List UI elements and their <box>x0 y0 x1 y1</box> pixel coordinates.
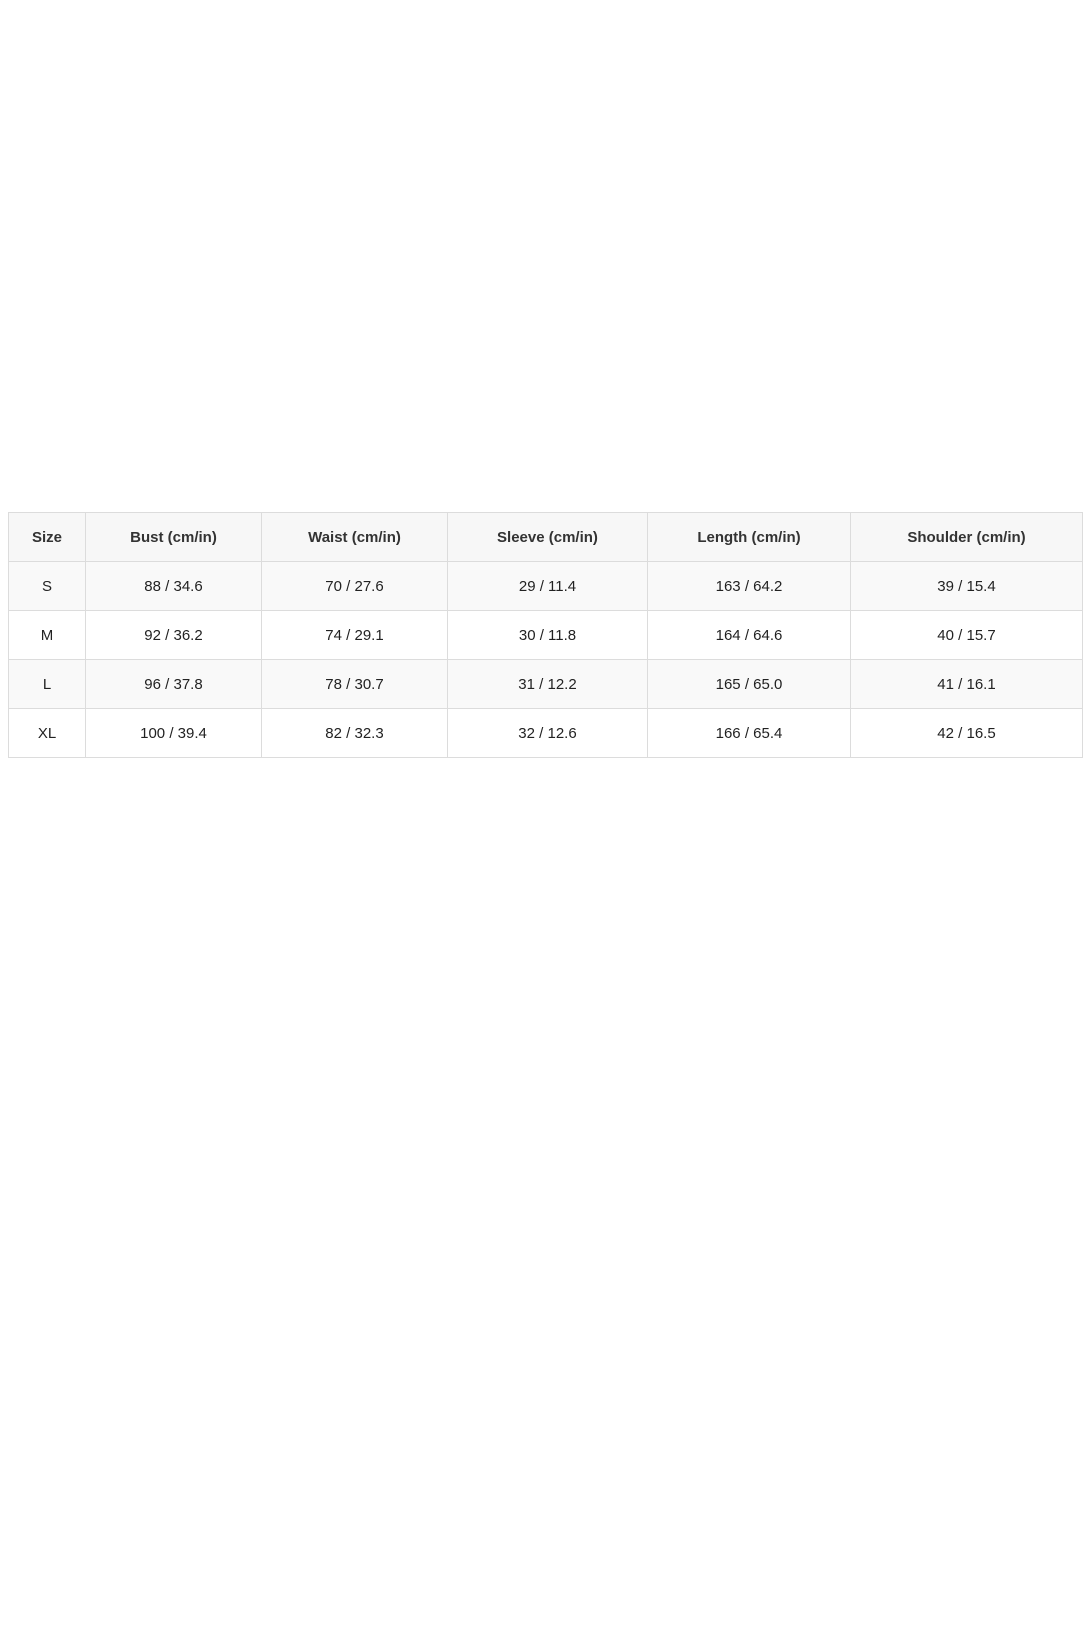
table-row: M 92 / 36.2 74 / 29.1 30 / 11.8 164 / 64… <box>8 610 1083 660</box>
table-row: S 88 / 34.6 70 / 27.6 29 / 11.4 163 / 64… <box>8 561 1083 611</box>
header-bust: Bust (cm/in) <box>85 512 262 562</box>
header-sleeve: Sleeve (cm/in) <box>447 512 648 562</box>
cell-size: L <box>8 659 86 709</box>
cell-shoulder: 42 / 16.5 <box>850 708 1083 758</box>
size-chart-container: Size Bust (cm/in) Waist (cm/in) Sleeve (… <box>8 512 1083 758</box>
size-chart-header: Size Bust (cm/in) Waist (cm/in) Sleeve (… <box>8 512 1083 562</box>
cell-length: 163 / 64.2 <box>647 561 851 611</box>
cell-bust: 88 / 34.6 <box>85 561 262 611</box>
cell-bust: 100 / 39.4 <box>85 708 262 758</box>
cell-length: 164 / 64.6 <box>647 610 851 660</box>
cell-sleeve: 31 / 12.2 <box>447 659 648 709</box>
header-row: Size Bust (cm/in) Waist (cm/in) Sleeve (… <box>8 512 1083 562</box>
table-row: L 96 / 37.8 78 / 30.7 31 / 12.2 165 / 65… <box>8 659 1083 709</box>
cell-waist: 78 / 30.7 <box>261 659 448 709</box>
cell-waist: 70 / 27.6 <box>261 561 448 611</box>
cell-waist: 82 / 32.3 <box>261 708 448 758</box>
cell-length: 165 / 65.0 <box>647 659 851 709</box>
cell-bust: 96 / 37.8 <box>85 659 262 709</box>
header-shoulder: Shoulder (cm/in) <box>850 512 1083 562</box>
cell-shoulder: 40 / 15.7 <box>850 610 1083 660</box>
cell-waist: 74 / 29.1 <box>261 610 448 660</box>
table-row: XL 100 / 39.4 82 / 32.3 32 / 12.6 166 / … <box>8 708 1083 758</box>
cell-shoulder: 41 / 16.1 <box>850 659 1083 709</box>
size-chart-table: Size Bust (cm/in) Waist (cm/in) Sleeve (… <box>8 512 1083 758</box>
header-size: Size <box>8 512 86 562</box>
cell-length: 166 / 65.4 <box>647 708 851 758</box>
size-chart-body: S 88 / 34.6 70 / 27.6 29 / 11.4 163 / 64… <box>8 561 1083 758</box>
cell-shoulder: 39 / 15.4 <box>850 561 1083 611</box>
cell-size: M <box>8 610 86 660</box>
header-length: Length (cm/in) <box>647 512 851 562</box>
header-waist: Waist (cm/in) <box>261 512 448 562</box>
cell-sleeve: 30 / 11.8 <box>447 610 648 660</box>
cell-sleeve: 32 / 12.6 <box>447 708 648 758</box>
cell-size: S <box>8 561 86 611</box>
cell-bust: 92 / 36.2 <box>85 610 262 660</box>
cell-size: XL <box>8 708 86 758</box>
cell-sleeve: 29 / 11.4 <box>447 561 648 611</box>
